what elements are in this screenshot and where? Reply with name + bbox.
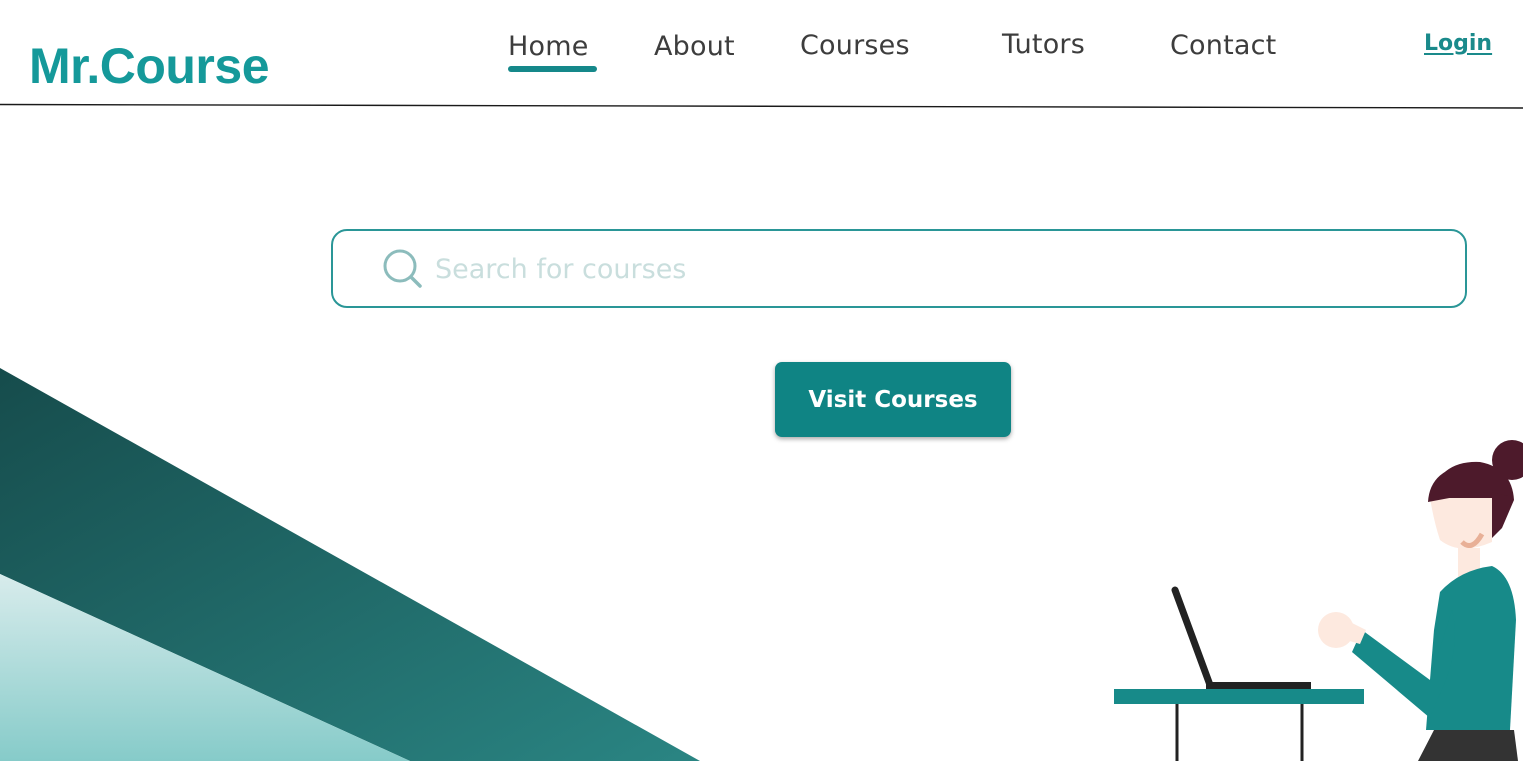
visit-courses-button[interactable]: Visit Courses (775, 362, 1011, 437)
search-bar (331, 229, 1467, 308)
header-divider (0, 103, 1523, 109)
search-input[interactable] (435, 243, 1445, 295)
hero-background-shapes (0, 368, 700, 761)
person-laptop-illustration (1114, 440, 1523, 761)
search-icon[interactable] (382, 248, 424, 290)
